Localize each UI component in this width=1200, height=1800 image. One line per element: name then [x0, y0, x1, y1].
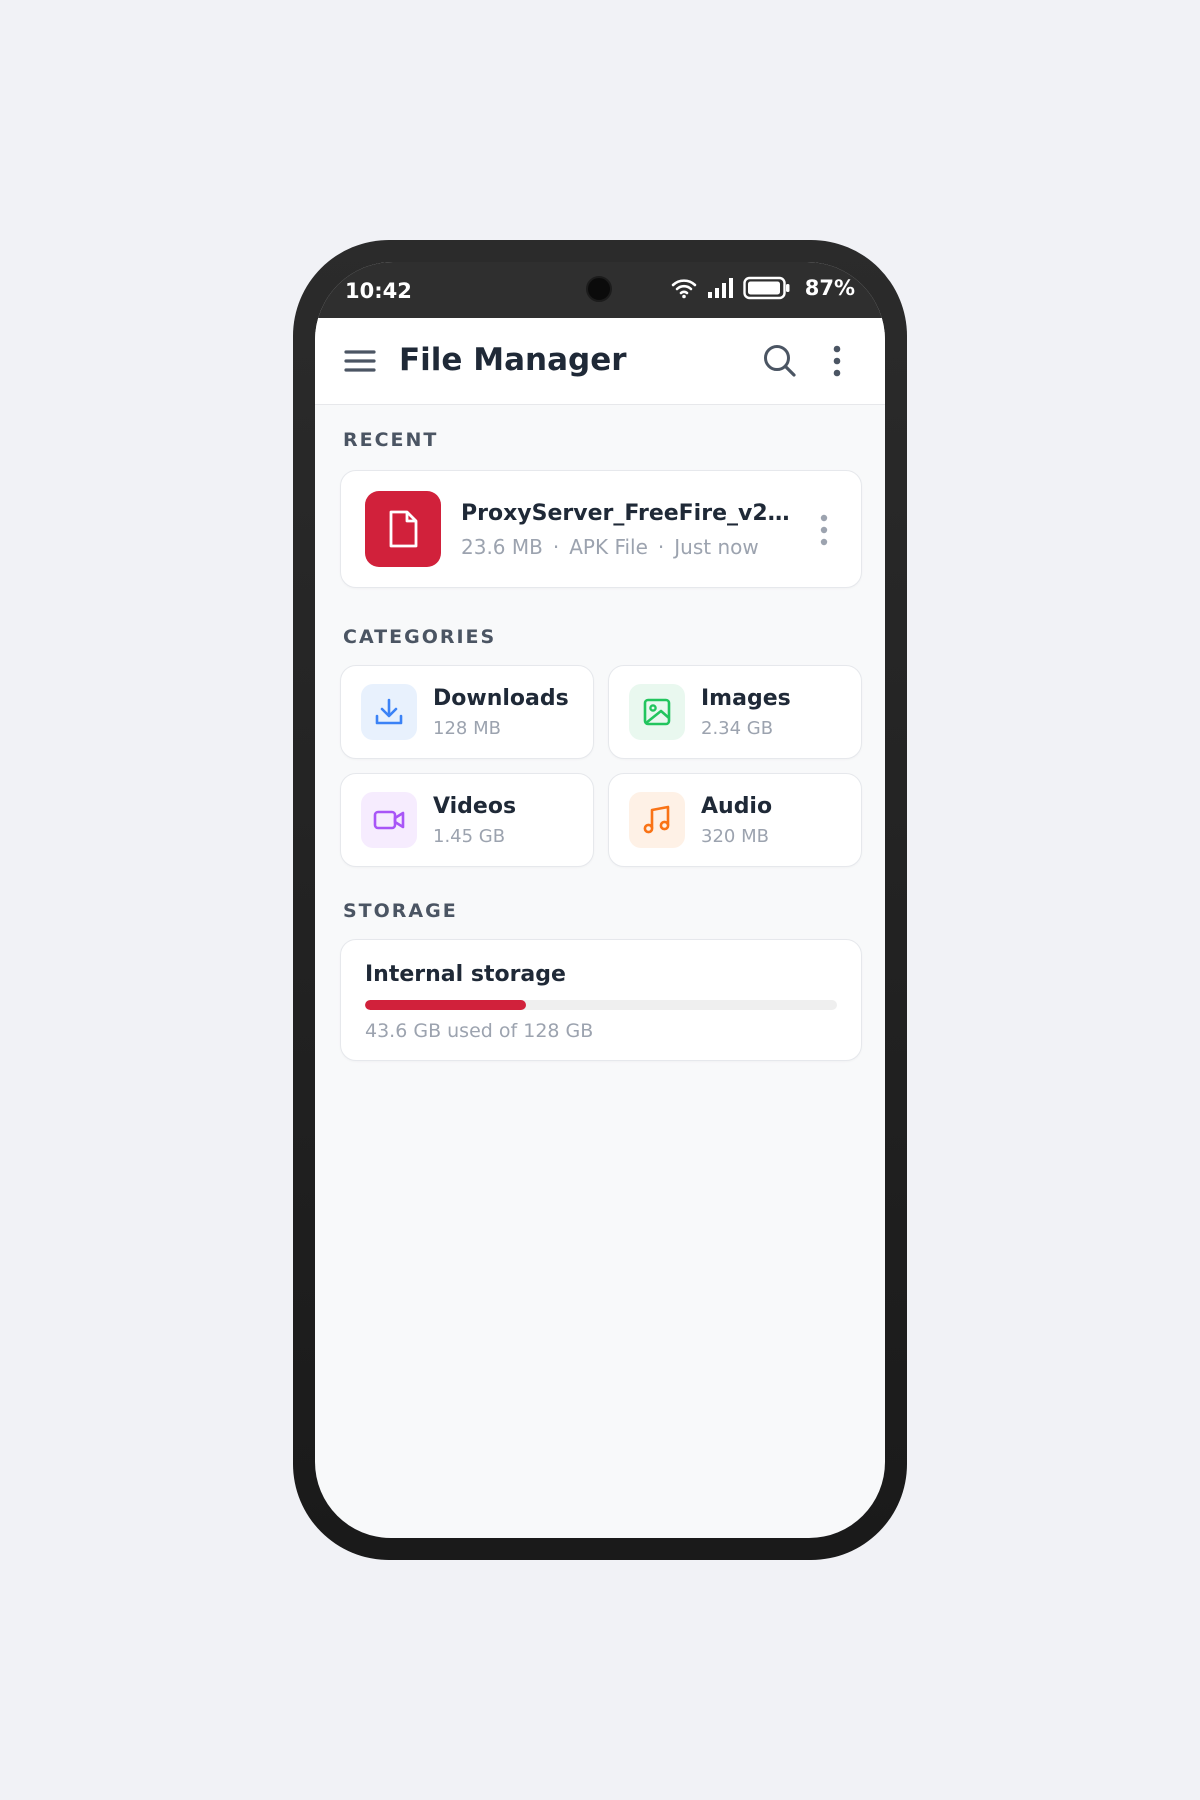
- image-icon: [629, 684, 685, 740]
- section-label-recent: RECENT: [343, 429, 439, 451]
- category-name: Audio: [701, 794, 773, 819]
- meta-separator: ·: [552, 535, 560, 559]
- category-videos[interactable]: Videos 1.45 GB: [340, 773, 594, 867]
- music-icon: [629, 792, 685, 848]
- more-vertical-icon[interactable]: [825, 342, 849, 380]
- storage-usage-text: 43.6 GB used of 128 GB: [365, 1020, 594, 1042]
- wifi-icon: [671, 277, 697, 299]
- storage-progress-track: [365, 1000, 837, 1010]
- battery-icon: [743, 276, 791, 300]
- app-bar: File Manager: [315, 318, 885, 405]
- status-time: 10:42: [345, 279, 412, 303]
- status-bar: 10:42 87%: [315, 262, 885, 318]
- category-downloads[interactable]: Downloads 128 MB: [340, 665, 594, 759]
- category-name: Videos: [433, 794, 517, 819]
- section-label-storage: STORAGE: [343, 900, 458, 922]
- recent-file-size: 23.6 MB: [461, 535, 543, 559]
- phone-screen: 10:42 87% File Manager RECENT ProxyServe…: [315, 262, 885, 1538]
- signal-icon: [707, 277, 733, 299]
- status-icons: 87%: [671, 276, 855, 300]
- meta-separator: ·: [657, 535, 665, 559]
- battery-percent: 87%: [804, 276, 855, 300]
- category-size: 1.45 GB: [433, 826, 506, 847]
- category-name: Downloads: [433, 686, 569, 711]
- app-title: File Manager: [399, 342, 627, 378]
- category-size: 2.34 GB: [701, 718, 774, 739]
- recent-file-name: ProxyServer_FreeFire_v2.12...: [461, 501, 791, 526]
- recent-file-time: Just now: [674, 535, 759, 559]
- video-icon: [361, 792, 417, 848]
- recent-file-meta: 23.6 MB · APK File · Just now: [461, 535, 759, 559]
- phone-frame: 10:42 87% File Manager RECENT ProxyServe…: [293, 240, 907, 1560]
- category-images[interactable]: Images 2.34 GB: [608, 665, 862, 759]
- hamburger-menu-icon[interactable]: [341, 342, 379, 380]
- download-icon: [361, 684, 417, 740]
- front-camera: [586, 276, 612, 302]
- category-name: Images: [701, 686, 791, 711]
- search-icon[interactable]: [761, 342, 799, 380]
- more-vertical-icon[interactable]: [817, 511, 831, 549]
- file-icon: [365, 491, 441, 567]
- storage-title: Internal storage: [365, 962, 566, 987]
- recent-file-type: APK File: [569, 535, 648, 559]
- category-size: 320 MB: [701, 826, 769, 847]
- internal-storage-card[interactable]: Internal storage 43.6 GB used of 128 GB: [340, 939, 862, 1061]
- storage-progress-fill: [365, 1000, 526, 1010]
- section-label-categories: CATEGORIES: [343, 626, 497, 648]
- category-size: 128 MB: [433, 718, 501, 739]
- category-audio[interactable]: Audio 320 MB: [608, 773, 862, 867]
- recent-file-card[interactable]: ProxyServer_FreeFire_v2.12... 23.6 MB · AP…: [340, 470, 862, 588]
